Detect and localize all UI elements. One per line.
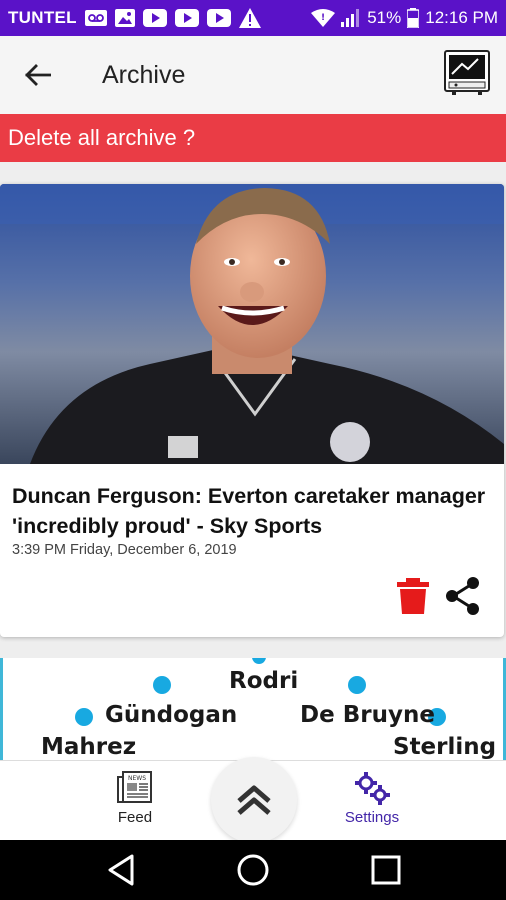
nav-settings-label: Settings: [344, 809, 400, 826]
player-name: Mahrez: [41, 734, 137, 760]
article-card[interactable]: Duncan Ferguson: Everton caretaker manag…: [0, 184, 504, 637]
share-article-button[interactable]: [444, 576, 482, 616]
newspaper-icon: NEWS: [117, 771, 152, 803]
archive-screen: TUNTEL ! 51% 12:16 PM Archive Delete all…: [0, 0, 506, 900]
player-dot: [75, 708, 93, 726]
nav-settings[interactable]: Settings: [330, 771, 414, 837]
double-chevron-up-icon: [237, 785, 271, 815]
signal-icon: [341, 9, 361, 27]
player-dot: [153, 676, 171, 694]
battery-icon: [407, 8, 420, 28]
page-title: Archive: [102, 60, 186, 89]
article-card[interactable]: Rodri Gündogan De Bruyne Mahrez Sterling: [0, 658, 506, 768]
battery-percent: 51%: [367, 8, 402, 27]
share-icon: [446, 577, 479, 615]
youtube-icon: [206, 9, 231, 27]
system-back-button[interactable]: [104, 852, 140, 888]
triangle-back-icon: [108, 854, 134, 886]
delete-all-archive-button[interactable]: Delete all archive ?: [0, 114, 506, 162]
app-bar: Archive: [0, 36, 506, 114]
nav-feed[interactable]: NEWS Feed: [96, 771, 174, 837]
wifi-icon: !: [311, 9, 336, 27]
delete-article-button[interactable]: [396, 576, 430, 616]
system-recents-button[interactable]: [368, 852, 404, 888]
trash-icon: [397, 578, 429, 614]
youtube-icon: [142, 9, 167, 27]
player-name: Rodri: [229, 668, 299, 694]
player-name: Gündogan: [105, 702, 238, 728]
svg-text:NEWS: NEWS: [128, 775, 146, 782]
player-name: De Bruyne: [300, 702, 435, 728]
article-image: [0, 184, 504, 464]
gears-icon: [355, 772, 390, 805]
system-navigation-bar: [0, 840, 506, 900]
svg-text:!: !: [321, 13, 325, 23]
back-button[interactable]: [0, 36, 76, 114]
player-dot: [348, 676, 366, 694]
warning-icon: [238, 8, 261, 28]
delete-all-label: Delete all archive ?: [8, 125, 196, 150]
player-dot: [252, 658, 266, 664]
system-home-button[interactable]: [235, 852, 271, 888]
gallery-icon: [114, 9, 135, 27]
status-bar: TUNTEL ! 51% 12:16 PM: [0, 0, 506, 36]
bottom-navigation: NEWS Feed Settings: [0, 757, 506, 843]
player-name: Sterling: [393, 734, 497, 760]
back-arrow-icon: [25, 64, 51, 86]
app-logo-icon: [444, 50, 490, 96]
article-title[interactable]: Duncan Ferguson: Everton caretaker manag…: [12, 481, 492, 541]
carrier-name: TUNTEL: [8, 8, 77, 27]
circle-home-icon: [237, 854, 269, 886]
nav-feed-label: Feed: [117, 809, 153, 826]
youtube-icon: [174, 9, 199, 27]
article-date: 3:39 PM Friday, December 6, 2019: [12, 542, 237, 558]
square-recents-icon: [371, 855, 401, 885]
voicemail-icon: [84, 10, 107, 26]
scroll-to-top-button[interactable]: [211, 757, 297, 843]
clock: 12:16 PM: [425, 8, 498, 27]
